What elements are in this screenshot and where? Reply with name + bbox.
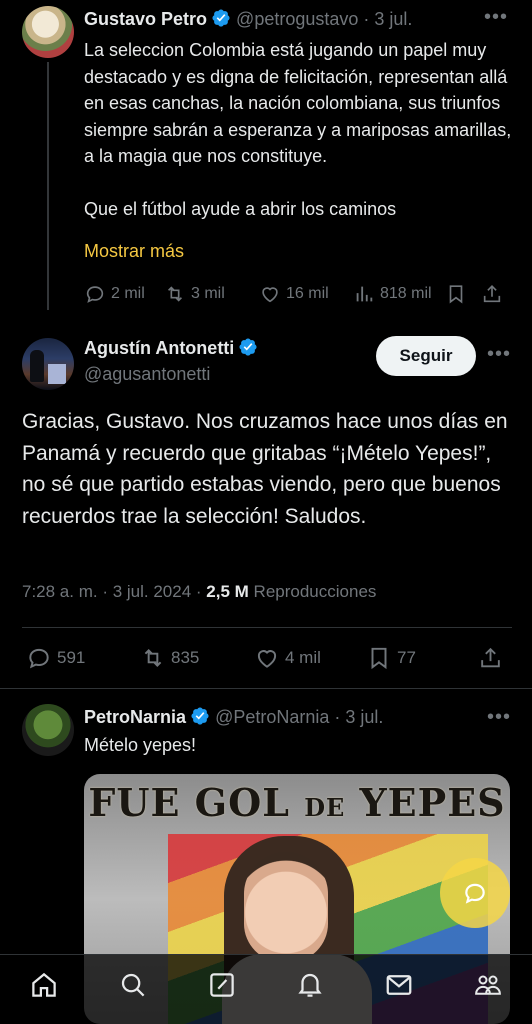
tweet1-view-count: 818 mil [380,285,432,302]
tweet2-bottom-divider [0,688,532,689]
tweet1-views-button[interactable]: 818 mil [353,283,445,305]
home-icon [32,972,57,997]
tweet1-repost-button[interactable]: 3 mil [164,283,259,305]
tweet2-header: Agustín Antonetti [84,337,258,359]
messages-icon [386,975,412,995]
verified-badge-icon [212,9,230,27]
tweet1-repost-count: 3 mil [191,285,225,302]
tweet2-reply-button[interactable]: 591 [26,645,140,671]
tweet2-share-button[interactable] [478,645,508,671]
tweet3-author-name[interactable]: PetroNarnia [84,707,186,727]
tweet2-divider [22,627,512,628]
thread-connector-line [47,62,49,310]
nav-messages[interactable] [384,970,414,1005]
notifications-icon [298,973,322,997]
search-icon [121,973,145,997]
bookmark-icon [371,647,387,670]
reply-icon [29,648,49,669]
petronarnia-avatar[interactable] [22,704,74,756]
tweet1-share-button[interactable] [481,283,511,305]
share-icon [481,647,500,668]
nav-search[interactable] [118,970,148,1005]
tweet1-actions: 2 mil 3 mil 16 mil 818 mil [84,283,511,305]
tweet1-bookmark-button[interactable] [445,283,481,305]
tweet2-reply-count: 591 [57,648,86,667]
bookmark-icon [449,285,463,304]
tweet1-author-name[interactable]: Gustavo Petro [84,9,207,29]
compose-icon [209,973,234,997]
tweet2-text: Gracias, Gustavo. Nos cruzamos hace unos… [22,410,508,528]
tweet3-date[interactable]: · 3 jul. [334,707,383,727]
tweet2-repost-count: 835 [171,648,200,667]
tweet1-show-more-link[interactable]: Mostrar más [84,241,184,262]
like-icon [257,650,277,668]
tweet2-like-button[interactable]: 4 mil [254,645,366,671]
tweet1-more-options-icon[interactable]: ••• [484,6,508,29]
tweet2-time[interactable]: 7:28 a. m. [22,582,98,601]
tweet1-reply-button[interactable]: 2 mil [84,283,164,305]
tweet2-bookmark-button[interactable]: 77 [366,645,478,671]
like-icon [262,287,278,303]
nav-notifications[interactable] [295,970,325,1005]
tweet3-header: PetroNarnia @PetroNarnia · 3 jul. [84,706,383,728]
tweet2-bookmark-count: 77 [397,648,416,667]
views-icon [356,286,373,302]
media-title-part-b: DE [304,793,346,822]
illustration-face [244,852,328,962]
tweet2-actions: 591 835 4 mil 77 [26,645,508,671]
share-icon [483,285,501,303]
gustavo-petro-avatar[interactable] [22,6,74,58]
tweet2-repost-button[interactable]: 835 [140,645,254,671]
repost-icon [167,286,183,302]
communities-icon [474,975,501,995]
tweet2-like-count: 4 mil [285,648,321,667]
nav-communities[interactable] [473,970,503,1005]
tweet3-handle[interactable]: @PetroNarnia [215,707,329,727]
tweet2-views-label: Reproducciones [253,582,377,601]
tweet1-text: La seleccion Colombia está jugando un pa… [84,40,512,219]
verified-badge-icon [191,707,209,725]
media-title-part-c: YEPES [359,780,506,825]
tweet1-reply-count: 2 mil [111,285,145,302]
tweet1-header: Gustavo Petro @petrogustavo · 3 jul. [84,8,412,30]
repost-icon [144,649,162,667]
tweet2-meta: 7:28 a. m. · 3 jul. 2024 · 2,5 M Reprodu… [22,582,377,601]
tweet3-text: Mételo yepes! [84,735,197,755]
media-title-text: FUE GOL DE YEPES [84,780,510,825]
tweet2-views-count: 2,5 M [206,582,249,601]
tweet2-author-name[interactable]: Agustín Antonetti [84,338,234,358]
follow-button[interactable]: Seguir [376,336,476,376]
tweet1-like-button[interactable]: 16 mil [259,283,353,305]
nav-home[interactable] [29,970,59,1005]
bottom-navigation-bar [0,954,532,1024]
chat-bubble-icon [465,883,485,904]
agustin-antonetti-avatar[interactable] [22,338,74,390]
nav-compose[interactable] [207,970,237,1005]
reply-icon [86,286,104,303]
verified-badge-icon [239,338,257,356]
tweet1-handle[interactable]: @petrogustavo [236,9,358,29]
floating-reply-button[interactable] [440,858,510,928]
tweet3-more-options-icon[interactable]: ••• [487,706,511,729]
tweet2-handle[interactable]: @agusantonetti [84,364,210,385]
media-title-part-a: FUE GOL [88,780,290,825]
tweet1-like-count: 16 mil [286,285,329,302]
tweet2-date[interactable]: 3 jul. 2024 [113,582,191,601]
tweet2-more-options-icon[interactable]: ••• [487,343,511,366]
tweet1-date[interactable]: · 3 jul. [363,9,412,29]
